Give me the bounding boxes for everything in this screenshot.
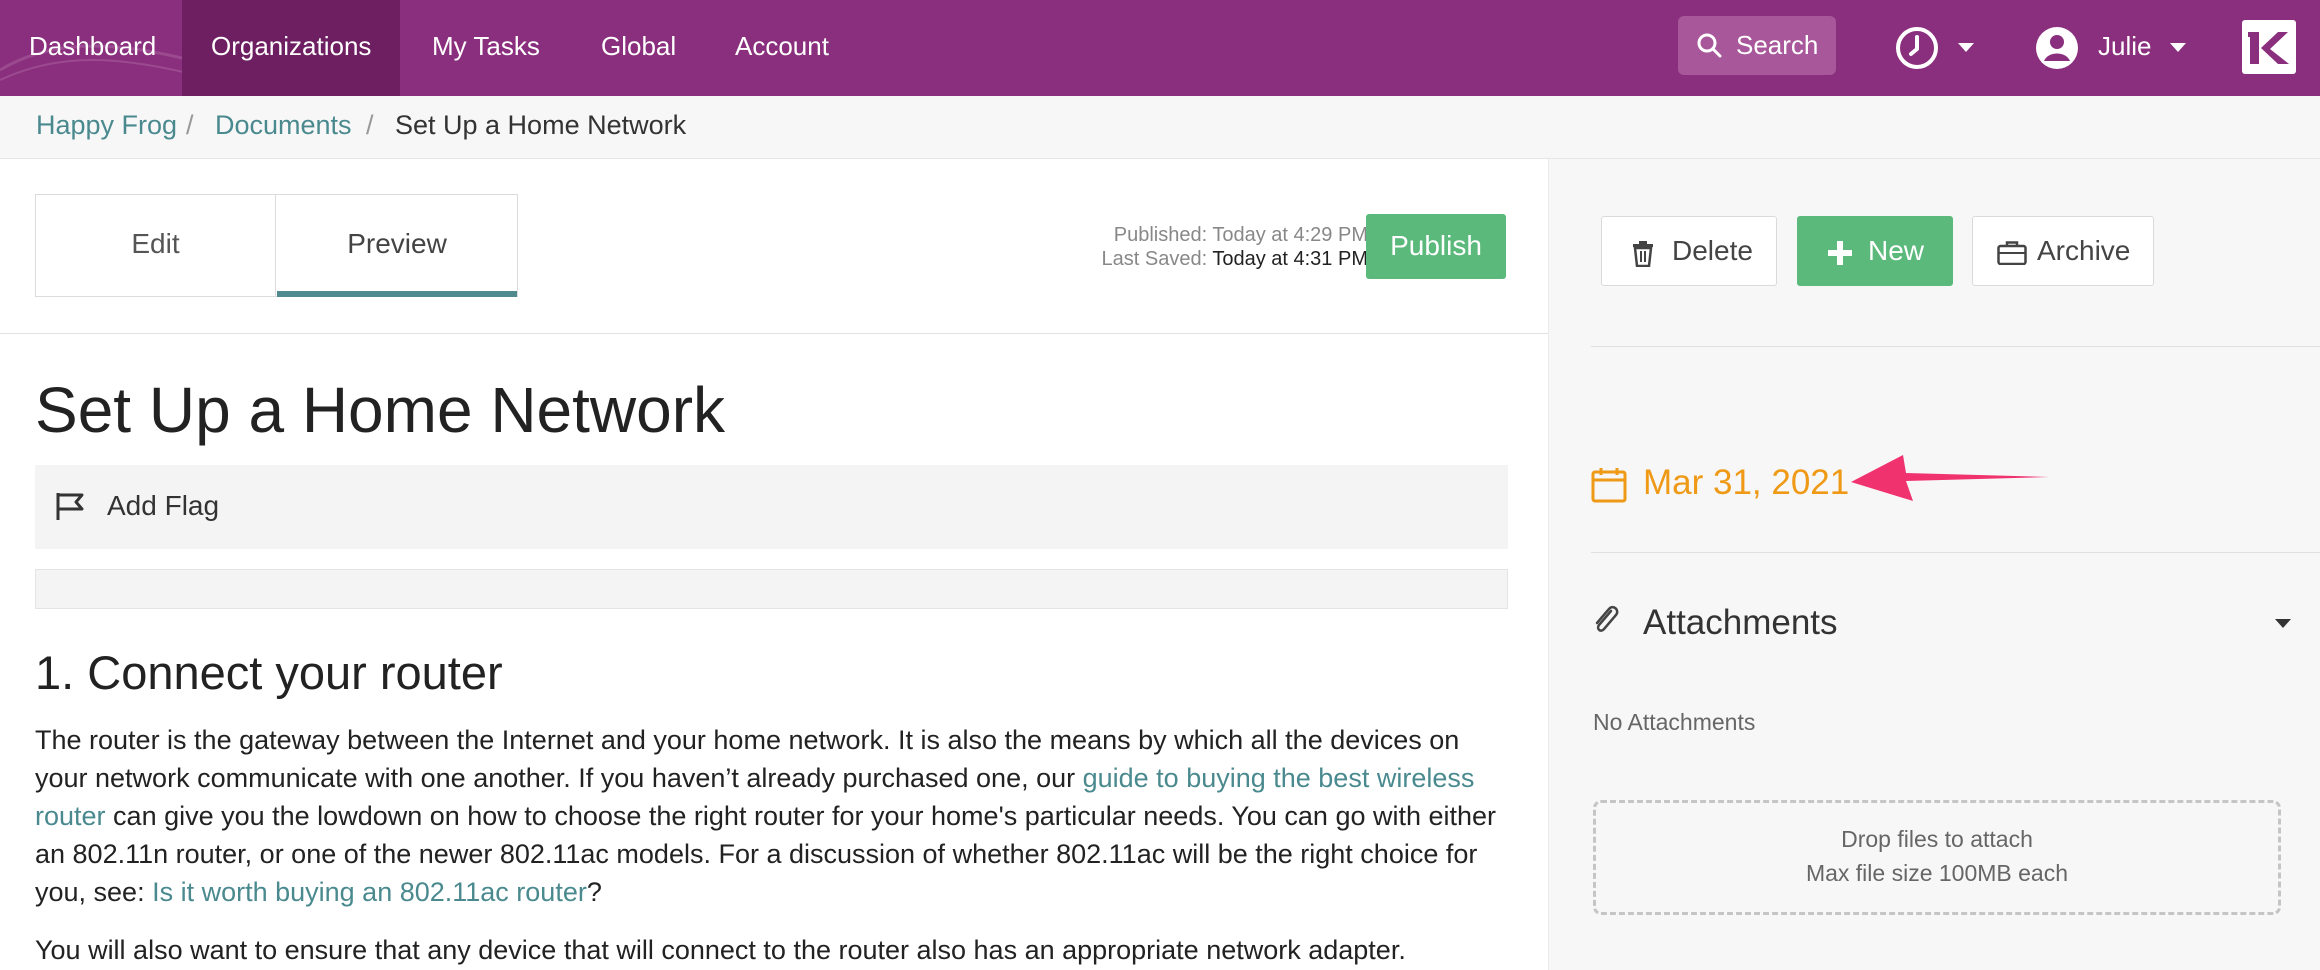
dropzone-line-1: Drop files to attach: [1841, 826, 2033, 852]
last-saved-label: Last Saved:: [1101, 248, 1208, 270]
annotation-arrow-icon: [1851, 455, 2049, 501]
breadcrumb-documents[interactable]: Documents: [215, 110, 352, 141]
k-logo-icon[interactable]: [2242, 20, 2296, 74]
published-label: Published:: [1113, 224, 1208, 246]
new-label: New: [1868, 235, 1925, 266]
nav-item-my-tasks[interactable]: My Tasks: [403, 0, 569, 96]
published-value: Today at 4:29 PM: [1212, 224, 1368, 246]
paperclip-icon: [1595, 605, 1619, 632]
editor-tabs: Edit Preview: [35, 194, 518, 297]
text-span: ?: [586, 877, 602, 907]
due-date-text: Mar 31, 2021: [1643, 463, 1850, 502]
nav-item-global[interactable]: Global: [572, 0, 705, 96]
tab-preview[interactable]: Preview: [277, 195, 517, 297]
page-title: Set Up a Home Network: [35, 374, 726, 446]
no-attachments-text: No Attachments: [1593, 709, 1756, 735]
archive-label: Archive: [2037, 235, 2131, 266]
last-saved-value: Today at 4:31 PM: [1212, 248, 1368, 270]
attachments-header[interactable]: Attachments: [1591, 599, 2291, 649]
section-heading: 1. Connect your router: [35, 646, 503, 699]
nav-item-organizations[interactable]: Organizations: [182, 0, 401, 96]
user-avatar-icon: [2036, 27, 2078, 69]
document-sidebar: Delete New Archive Mar 31, 2021 Attachme…: [1548, 159, 2320, 970]
add-flag-button[interactable]: Add Flag: [35, 465, 1508, 549]
document-pane: Edit Preview Published: Today at 4:29 PM…: [0, 159, 1548, 970]
archive-button[interactable]: Archive: [1972, 216, 2154, 286]
breadcrumb-separator: /: [186, 110, 194, 140]
new-button[interactable]: New: [1797, 216, 1953, 286]
delete-button[interactable]: Delete: [1601, 216, 1777, 286]
breadcrumb-current: Set Up a Home Network: [395, 110, 687, 140]
breadcrumb-happy-frog[interactable]: Happy Frog: [36, 110, 177, 141]
publish-button[interactable]: Publish: [1366, 214, 1506, 279]
time-tracker-dropdown[interactable]: [1894, 23, 1984, 73]
attachments-title: Attachments: [1643, 603, 1838, 642]
nav-item-account[interactable]: Account: [706, 0, 858, 96]
k-logo-glyph-icon: [2248, 32, 2289, 64]
divider: [0, 333, 1548, 334]
chevron-down-icon: [2170, 43, 2186, 52]
user-menu[interactable]: Julie: [2034, 23, 2194, 73]
calendar-icon: [1591, 468, 1627, 503]
clock-icon: [1896, 27, 1938, 69]
top-navigation-bar: Dashboard Organizations My Tasks Global …: [0, 0, 2320, 96]
nav-item-dashboard[interactable]: Dashboard: [0, 0, 185, 96]
breadcrumb-separator: /: [366, 110, 374, 140]
publish-meta: Published: Today at 4:29 PM Last Saved: …: [1102, 223, 1368, 271]
add-flag-label: Add Flag: [107, 490, 220, 521]
delete-label: Delete: [1672, 235, 1753, 266]
search-button[interactable]: Search: [1678, 16, 1836, 75]
chevron-down-icon: [2275, 619, 2291, 628]
briefcase-icon: [1997, 241, 2027, 265]
breadcrumb: Happy Frog / Documents / Set Up a Home N…: [0, 96, 2320, 159]
divider: [1591, 552, 2320, 553]
dropzone-line-2: Max file size 100MB each: [1805, 860, 2069, 886]
content-placeholder-bar: [35, 569, 1508, 609]
file-dropzone[interactable]: Drop files to attach Max file size 100MB…: [1593, 800, 2281, 915]
paragraph-network-adapter: You will also want to ensure that any de…: [35, 935, 1406, 965]
link-80211ac[interactable]: Is it worth buying an 802.11ac router: [152, 877, 587, 907]
tab-edit[interactable]: Edit: [36, 195, 276, 296]
paragraph-router: The router is the gateway between the In…: [35, 721, 1515, 911]
flag-icon: [56, 493, 84, 520]
chevron-down-icon: [1958, 43, 1974, 52]
plus-icon: [1828, 241, 1852, 265]
search-label: Search: [1736, 30, 1819, 60]
search-icon: [1697, 33, 1722, 58]
divider: [1591, 346, 2320, 347]
user-name: Julie: [2098, 31, 2152, 61]
trash-icon: [1633, 241, 1653, 267]
